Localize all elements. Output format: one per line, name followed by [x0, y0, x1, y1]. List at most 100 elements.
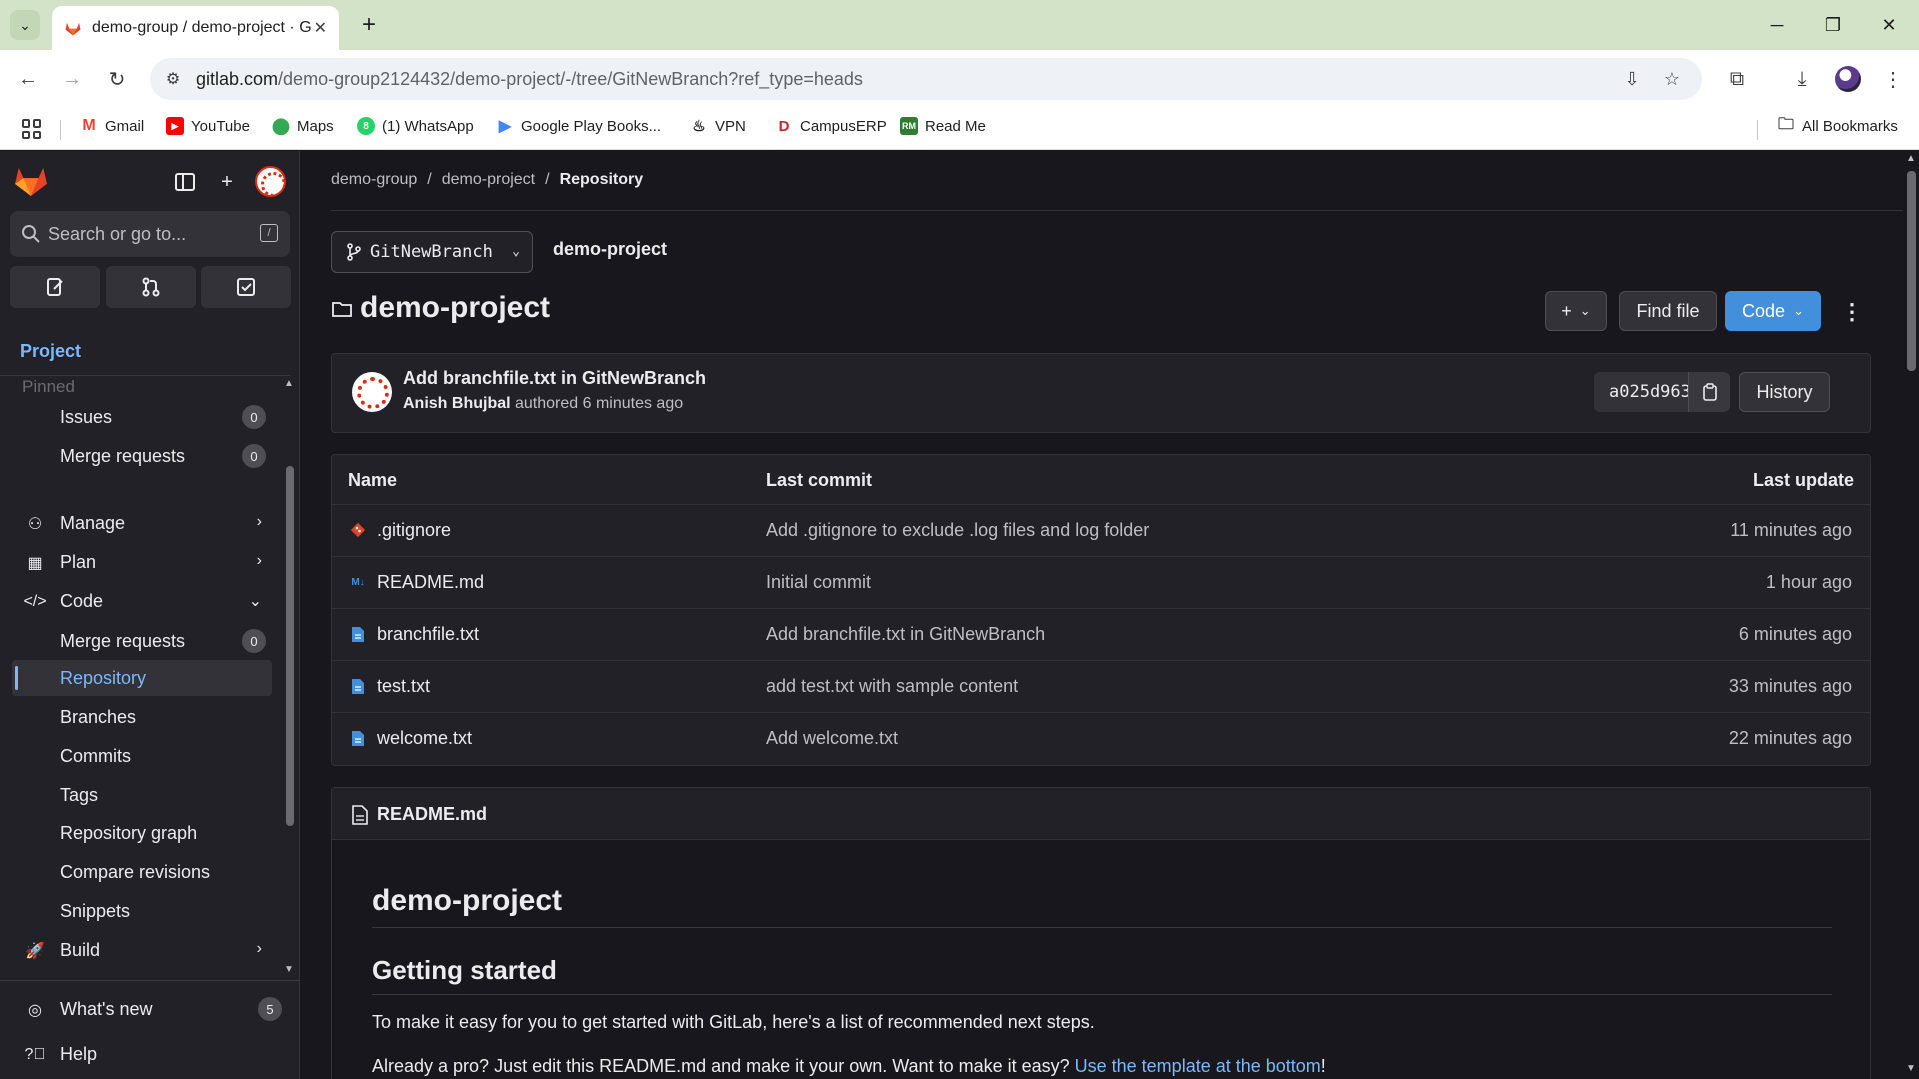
commit-meta: Anish Bhujbal authored 6 minutes ago — [403, 395, 683, 413]
close-window-button[interactable]: ✕ — [1874, 10, 1904, 40]
page-scroll-thumb[interactable] — [1907, 171, 1916, 371]
pinned-section-label[interactable]: Pinned — [22, 377, 75, 397]
assigned-issues-button[interactable] — [10, 266, 100, 308]
address-bar[interactable]: ⚙ gitlab.com/demo-group2124432/demo-proj… — [150, 58, 1702, 100]
sidebar-item-plan[interactable]: ▦ Plan › — [12, 544, 272, 580]
sidebar-item-manage[interactable]: ⚇ Manage › — [12, 505, 272, 541]
bookmark-vpn[interactable]: ♨ VPN — [690, 117, 746, 136]
add-file-dropdown-button[interactable]: + ⌄ — [1545, 291, 1607, 331]
search-shortcut-hint: / — [260, 224, 278, 242]
back-button[interactable]: ← — [12, 63, 44, 95]
gmail-icon: M — [82, 117, 96, 134]
breadcrumb-project-link[interactable]: demo-project — [442, 171, 535, 189]
create-new-icon[interactable]: + — [214, 169, 240, 195]
sidebar-item-commits[interactable]: Commits — [12, 738, 272, 774]
install-app-icon[interactable]: ⇩ — [1620, 67, 1644, 91]
merge-requests-quick-button[interactable] — [106, 266, 196, 308]
bookmark-gmail[interactable]: M Gmail — [80, 117, 144, 135]
commit-message-link[interactable]: Initial commit — [766, 572, 871, 593]
sidebar-item-snippets[interactable]: Snippets — [12, 893, 272, 929]
apps-grid-icon[interactable] — [22, 119, 42, 139]
play-books-icon: ▶ — [498, 118, 512, 135]
bookmark-youtube[interactable]: ▶ YouTube — [166, 117, 250, 135]
table-row[interactable]: welcome.txt Add welcome.txt 22 minutes a… — [332, 713, 1870, 765]
more-actions-icon[interactable]: ⋮ — [1841, 299, 1863, 325]
url-text[interactable]: gitlab.com/demo-group2124432/demo-projec… — [196, 69, 863, 90]
last-update-time: 1 hour ago — [1765, 572, 1852, 592]
downloads-icon[interactable]: ⤓ — [1787, 64, 1817, 94]
template-link[interactable]: Use the template at the bottom — [1075, 1056, 1321, 1076]
breadcrumb-current[interactable]: Repository — [560, 171, 644, 189]
sidebar-item-repository-graph[interactable]: Repository graph — [12, 815, 272, 851]
sidebar-item-compare-revisions[interactable]: Compare revisions — [12, 854, 272, 890]
branch-selector-dropdown[interactable]: GitNewBranch ⌄ — [331, 231, 533, 273]
reload-button[interactable]: ↻ — [101, 63, 133, 95]
table-row[interactable]: test.txt add test.txt with sample conten… — [332, 661, 1870, 713]
file-name-link[interactable]: branchfile.txt — [377, 624, 479, 645]
scroll-up-arrow-icon[interactable]: ▲ — [1906, 153, 1916, 164]
sidebar-item-issues[interactable]: Issues 0 — [12, 399, 272, 435]
chevron-down-icon: ⌄ — [1793, 303, 1804, 318]
bookmark-maps[interactable]: ⬤ Maps — [272, 117, 334, 136]
scroll-down-arrow-icon[interactable]: ▼ — [284, 964, 294, 975]
project-path-link[interactable]: demo-project — [553, 239, 667, 260]
tab-close-icon[interactable]: ✕ — [314, 18, 327, 38]
commit-message-link[interactable]: Add welcome.txt — [766, 728, 898, 749]
bookmark-whatsapp[interactable]: 8 (1) WhatsApp — [357, 117, 474, 135]
sidebar-item-merge-requests-pinned[interactable]: Merge requests 0 — [12, 438, 272, 474]
gitlab-logo-icon[interactable] — [14, 165, 48, 197]
sidebar-item-code[interactable]: </> Code ⌄ — [12, 583, 272, 619]
minimize-button[interactable]: ─ — [1762, 10, 1792, 40]
bookmark-play-books[interactable]: ▶ Google Play Books... — [496, 117, 661, 136]
browser-menu-icon[interactable]: ⋮ — [1878, 64, 1908, 94]
file-name-link[interactable]: welcome.txt — [377, 728, 472, 749]
sidebar-item-merge-requests[interactable]: Merge requests 0 — [12, 623, 272, 659]
extensions-icon[interactable]: ⧉ — [1722, 64, 1752, 94]
sidebar-scrollbar[interactable]: ▲ ▼ — [284, 376, 296, 976]
commit-sha[interactable]: a025d963 — [1609, 382, 1691, 402]
site-info-icon[interactable]: ⚙ — [162, 68, 184, 90]
commit-author-link[interactable]: Anish Bhujbal — [403, 395, 511, 412]
sidebar-item-repository[interactable]: Repository — [12, 660, 272, 696]
table-row[interactable]: .gitignore Add .gitignore to exclude .lo… — [332, 505, 1870, 557]
browser-tab-active[interactable]: demo-group / demo-project · G ✕ — [52, 6, 339, 50]
bookmark-star-icon[interactable]: ☆ — [1660, 67, 1684, 91]
sidebar-scroll-thumb[interactable] — [286, 466, 294, 826]
browser-profile-avatar[interactable] — [1835, 66, 1861, 92]
sidebar-item-branches[interactable]: Branches — [12, 699, 272, 735]
sidebar-item-help[interactable]: ?⃝ Help — [12, 1036, 272, 1072]
new-tab-button[interactable]: + — [354, 10, 384, 40]
scroll-down-arrow-icon[interactable]: ▼ — [1906, 1063, 1916, 1074]
find-file-button[interactable]: Find file — [1619, 291, 1717, 331]
code-dropdown-button[interactable]: Code ⌄ — [1725, 291, 1821, 331]
bookmark-readme[interactable]: RM Read Me — [900, 117, 986, 135]
commit-message-link[interactable]: Add .gitignore to exclude .log files and… — [766, 520, 1149, 541]
readme-filename[interactable]: README.md — [377, 804, 487, 825]
page-scrollbar[interactable]: ▲ ▼ — [1903, 151, 1919, 1079]
all-bookmarks-button[interactable]: 🗀 All Bookmarks — [1777, 116, 1898, 135]
tab-search-dropdown[interactable]: ⌄ — [10, 10, 40, 40]
breadcrumb-group-link[interactable]: demo-group — [331, 171, 417, 189]
sidebar-toggle-icon[interactable] — [172, 169, 198, 195]
commit-message-link[interactable]: add test.txt with sample content — [766, 676, 1018, 697]
commit-title-link[interactable]: Add branchfile.txt in GitNewBranch — [403, 368, 706, 389]
sidebar-item-build[interactable]: 🚀 Build › — [12, 932, 272, 968]
sidebar-item-whats-new[interactable]: ◎ What's new 5 — [12, 991, 282, 1027]
table-row[interactable]: branchfile.txt Add branchfile.txt in Git… — [332, 609, 1870, 661]
file-name-link[interactable]: test.txt — [377, 676, 430, 697]
todo-list-button[interactable] — [201, 266, 291, 308]
table-row[interactable]: M↓ README.md Initial commit 1 hour ago — [332, 557, 1870, 609]
bookmark-campuserp[interactable]: D CampusERP — [775, 117, 887, 135]
user-avatar[interactable] — [255, 166, 286, 197]
scroll-up-arrow-icon[interactable]: ▲ — [284, 378, 294, 389]
forward-button[interactable]: → — [56, 63, 88, 95]
search-input[interactable]: Search or go to... / — [10, 211, 290, 257]
commit-message-link[interactable]: Add branchfile.txt in GitNewBranch — [766, 624, 1045, 645]
sidebar-item-tags[interactable]: Tags — [12, 777, 272, 813]
copy-sha-button[interactable] — [1688, 372, 1730, 412]
commit-author-avatar[interactable] — [352, 372, 392, 412]
history-button[interactable]: History — [1739, 372, 1830, 412]
restore-button[interactable]: ❐ — [1818, 10, 1848, 40]
file-name-link[interactable]: .gitignore — [377, 520, 451, 541]
file-name-link[interactable]: README.md — [377, 572, 484, 593]
